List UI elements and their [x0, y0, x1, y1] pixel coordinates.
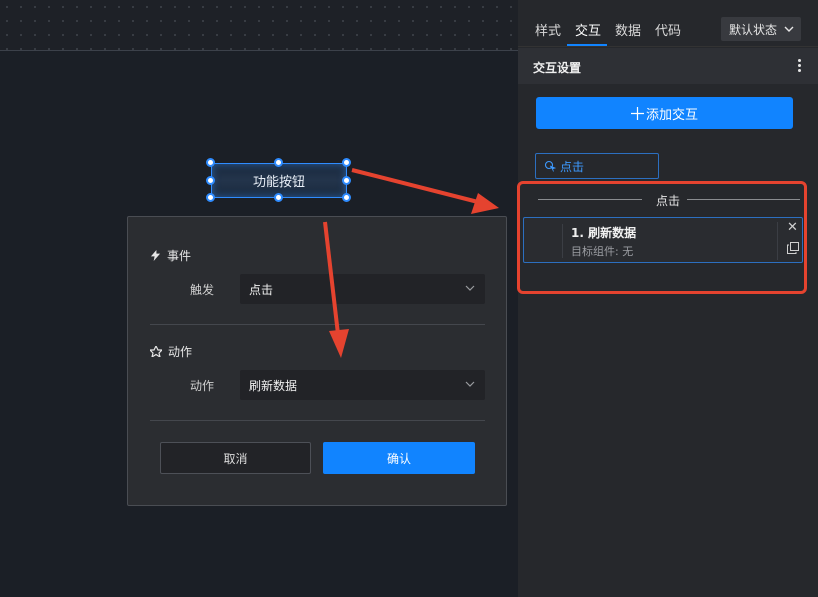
resize-handle-bc[interactable]	[274, 193, 283, 202]
panel-tabs: 样式 交互 数据 代码 默认状态	[518, 0, 818, 47]
trigger-select[interactable]: 点击	[240, 274, 485, 304]
tab-interaction[interactable]: 交互	[575, 20, 601, 39]
resize-handle-tc[interactable]	[274, 158, 283, 167]
event-chip-click[interactable]: 点击	[535, 153, 659, 179]
cancel-button[interactable]: 取消	[160, 442, 311, 474]
resize-handle-mr[interactable]	[342, 176, 351, 185]
action-select-value: 刷新数据	[249, 378, 298, 393]
tab-code[interactable]: 代码	[655, 20, 681, 39]
canvas-ruler-bar	[0, 0, 518, 51]
function-button-label: 功能按钮	[252, 175, 305, 190]
resize-handle-bl[interactable]	[206, 193, 215, 202]
interaction-settings-header: 交互设置	[518, 48, 818, 84]
resize-handle-br[interactable]	[342, 193, 351, 202]
action-section-title: 动作	[150, 343, 192, 360]
app-root: 功能按钮 事件 触发 点击 动作 动作 刷新数据 取消 确认 样式 交互 数据 …	[0, 0, 818, 597]
event-chip-label: 点击	[560, 159, 585, 174]
pointer-click-icon	[544, 160, 556, 172]
resize-handle-tl[interactable]	[206, 158, 215, 167]
add-interaction-label: 添加交互	[645, 107, 698, 123]
annotation-highlight-frame	[517, 181, 807, 294]
resize-handle-ml[interactable]	[206, 176, 215, 185]
lightning-icon	[150, 250, 161, 261]
properties-panel: 样式 交互 数据 代码 默认状态 交互设置 添加交互 点击 点击 1. 刷新数据…	[518, 0, 818, 597]
more-vertical-icon[interactable]	[795, 58, 803, 74]
confirm-button[interactable]: 确认	[323, 442, 475, 474]
event-section-title: 事件	[150, 247, 191, 264]
state-select-value: 默认状态	[729, 22, 778, 37]
chevron-down-icon	[465, 285, 475, 291]
active-tab-indicator	[567, 44, 607, 46]
action-label: 动作	[190, 379, 215, 393]
tab-data[interactable]: 数据	[615, 20, 641, 39]
plus-icon	[630, 106, 644, 120]
chevron-down-icon	[465, 381, 475, 387]
state-select[interactable]: 默认状态	[721, 17, 801, 41]
interaction-dialog: 事件 触发 点击 动作 动作 刷新数据 取消 确认	[127, 216, 507, 506]
section-title: 交互设置	[533, 61, 582, 75]
resize-handle-tr[interactable]	[342, 158, 351, 167]
dialog-divider	[150, 324, 485, 325]
action-select[interactable]: 刷新数据	[240, 370, 485, 400]
trigger-label: 触发	[190, 283, 215, 297]
dialog-divider	[150, 420, 485, 421]
add-interaction-button[interactable]: 添加交互	[536, 97, 793, 129]
tab-style[interactable]: 样式	[535, 20, 561, 39]
action-icon	[150, 346, 162, 357]
trigger-select-value: 点击	[249, 282, 274, 297]
chevron-down-icon	[784, 26, 794, 32]
